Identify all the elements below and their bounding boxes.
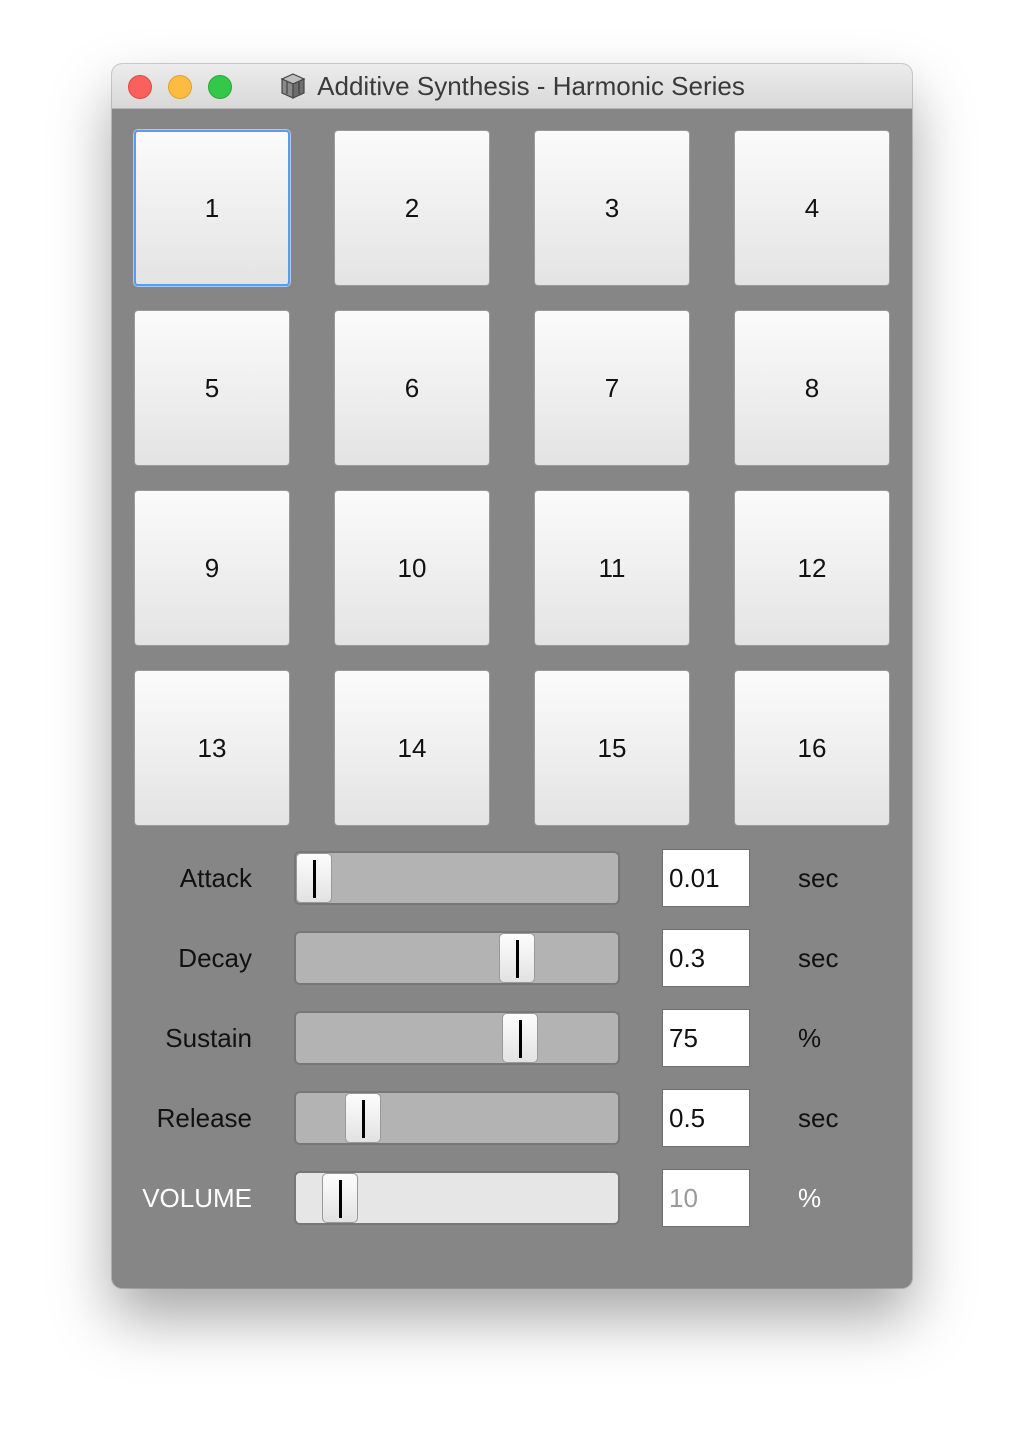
pad-button-2[interactable]: 2 [334, 130, 490, 286]
release-slider[interactable] [294, 1091, 620, 1145]
pad-button-1[interactable]: 1 [134, 130, 290, 286]
pad-button-10[interactable]: 10 [334, 490, 490, 646]
sustain-row: Sustain % [112, 1009, 912, 1067]
pad-button-8[interactable]: 8 [734, 310, 890, 466]
sustain-value-field[interactable] [662, 1009, 750, 1067]
decay-unit: sec [798, 942, 839, 973]
decay-row: Decay sec [112, 929, 912, 987]
decay-slider[interactable] [294, 931, 620, 985]
sustain-unit: % [798, 1022, 822, 1053]
decay-value-field[interactable] [662, 929, 750, 987]
decay-slider-thumb[interactable] [499, 933, 535, 983]
release-unit: sec [798, 1102, 839, 1133]
attack-value-field[interactable] [662, 849, 750, 907]
title-bar[interactable]: Additive Synthesis - Harmonic Series [112, 64, 912, 109]
pad-button-16[interactable]: 16 [734, 670, 890, 826]
pad-button-14[interactable]: 14 [334, 670, 490, 826]
pad-button-15[interactable]: 15 [534, 670, 690, 826]
sustain-slider-thumb[interactable] [502, 1013, 538, 1063]
attack-unit: sec [798, 862, 839, 893]
pad-button-7[interactable]: 7 [534, 310, 690, 466]
volume-row: VOLUME % [112, 1169, 912, 1227]
pad-button-5[interactable]: 5 [134, 310, 290, 466]
volume-slider[interactable] [294, 1171, 620, 1225]
pad-button-3[interactable]: 3 [534, 130, 690, 286]
release-value-field[interactable] [662, 1089, 750, 1147]
sustain-slider[interactable] [294, 1011, 620, 1065]
volume-slider-thumb[interactable] [322, 1173, 358, 1223]
decay-label: Decay [178, 942, 252, 973]
app-cube-icon [280, 73, 306, 99]
pad-button-11[interactable]: 11 [534, 490, 690, 646]
attack-slider-thumb[interactable] [296, 853, 332, 903]
window-title: Additive Synthesis - Harmonic Series [317, 70, 745, 101]
pad-button-13[interactable]: 13 [134, 670, 290, 826]
release-label: Release [156, 1102, 252, 1133]
pad-button-9[interactable]: 9 [134, 490, 290, 646]
release-row: Release sec [112, 1089, 912, 1147]
sustain-label: Sustain [165, 1022, 252, 1053]
attack-slider[interactable] [294, 851, 620, 905]
attack-label: Attack [179, 862, 252, 893]
title-wrap: Additive Synthesis - Harmonic Series [112, 64, 912, 108]
pad-button-4[interactable]: 4 [734, 130, 890, 286]
app-window: Additive Synthesis - Harmonic Series 1 2… [112, 64, 912, 1288]
volume-unit: % [798, 1182, 822, 1213]
pad-button-6[interactable]: 6 [334, 310, 490, 466]
pad-button-12[interactable]: 12 [734, 490, 890, 646]
attack-row: Attack sec [112, 849, 912, 907]
volume-value-field[interactable] [662, 1169, 750, 1227]
volume-label: VOLUME [142, 1182, 252, 1213]
release-slider-thumb[interactable] [345, 1093, 381, 1143]
